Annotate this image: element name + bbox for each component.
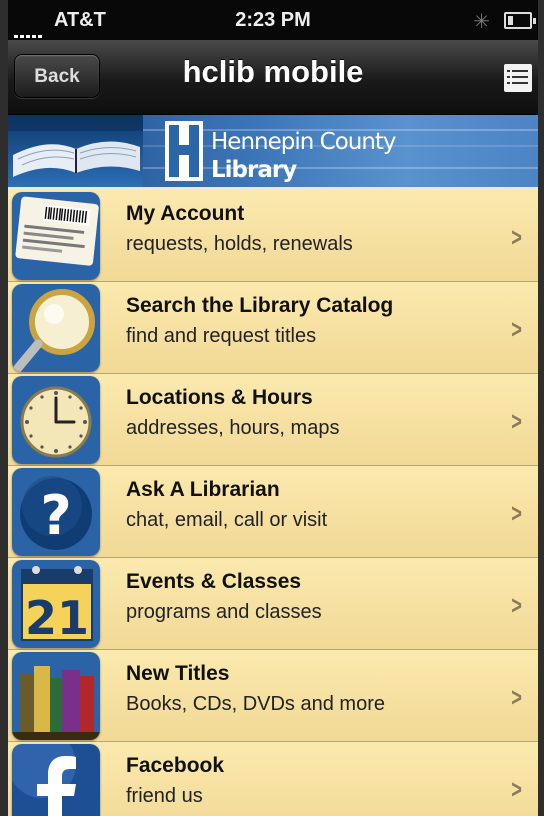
item-title: Events & Classes: [126, 570, 302, 593]
item-title: Locations & Hours: [126, 386, 313, 409]
page-title: hclib mobile: [182, 54, 364, 89]
item-subtitle: friend us: [126, 785, 203, 807]
chevron-right-icon: >: [511, 498, 522, 528]
chevron-right-icon: >: [511, 406, 522, 436]
list-item-my-account[interactable]: My Account requests, holds, renewals >: [8, 190, 538, 282]
chevron-right-icon: >: [511, 682, 522, 712]
status-time: 2:23 PM: [235, 9, 311, 31]
screen: AT&T 2:23 PM ✳ Back hclib mobile Hennepi…: [8, 0, 538, 816]
item-subtitle: programs and classes: [126, 601, 322, 623]
item-subtitle: requests, holds, renewals: [126, 233, 353, 255]
calendar-icon: 21: [12, 560, 100, 648]
phone-frame: AT&T 2:23 PM ✳ Back hclib mobile Hennepi…: [0, 0, 544, 816]
chevron-right-icon: >: [511, 590, 522, 620]
chevron-right-icon: >: [511, 314, 522, 344]
library-logo-icon: [165, 121, 203, 181]
brand-name-library: Library: [211, 157, 297, 183]
list-item-search-catalog[interactable]: Search the Library Catalog find and requ…: [8, 282, 538, 374]
status-bar: AT&T 2:23 PM ✳: [8, 0, 538, 40]
open-book-image: [8, 115, 143, 187]
brand-name: Hennepin County: [211, 129, 397, 155]
magnifier-icon: [12, 284, 100, 372]
clock-icon: [12, 376, 100, 464]
list-item-new-titles[interactable]: New Titles Books, CDs, DVDs and more >: [8, 650, 538, 742]
navigation-bar: Back hclib mobile: [8, 40, 538, 115]
item-subtitle: find and request titles: [126, 325, 317, 347]
item-subtitle: addresses, hours, maps: [126, 417, 340, 439]
list-item-events-classes[interactable]: 21 Events & Classes programs and classes…: [8, 558, 538, 650]
books-icon: [12, 652, 100, 740]
chevron-right-icon: >: [511, 222, 522, 252]
item-title: New Titles: [126, 662, 230, 685]
item-subtitle: Books, CDs, DVDs and more: [126, 693, 385, 715]
item-title: Ask A Librarian: [126, 478, 280, 501]
question-icon: ?: [12, 468, 100, 556]
menu-list: My Account requests, holds, renewals > S…: [8, 190, 538, 816]
list-item-ask-librarian[interactable]: ? Ask A Librarian chat, email, call or v…: [8, 466, 538, 558]
list-item-locations-hours[interactable]: Locations & Hours addresses, hours, maps…: [8, 374, 538, 466]
chevron-right-icon: >: [511, 774, 522, 804]
bluetooth-icon: ✳: [473, 11, 490, 33]
item-title: Search the Library Catalog: [126, 294, 394, 317]
list-item-facebook[interactable]: Facebook friend us >: [8, 742, 538, 816]
list-menu-icon[interactable]: [504, 64, 532, 92]
svg-text:?: ?: [40, 484, 71, 547]
calendar-day: 21: [25, 591, 89, 645]
facebook-icon: [12, 744, 100, 816]
item-title: Facebook: [126, 754, 225, 777]
library-card-icon: [12, 192, 100, 280]
battery-icon: [504, 12, 536, 29]
library-banner: Hennepin County Library: [8, 115, 538, 187]
item-title: My Account: [126, 202, 245, 225]
item-subtitle: chat, email, call or visit: [126, 509, 328, 531]
